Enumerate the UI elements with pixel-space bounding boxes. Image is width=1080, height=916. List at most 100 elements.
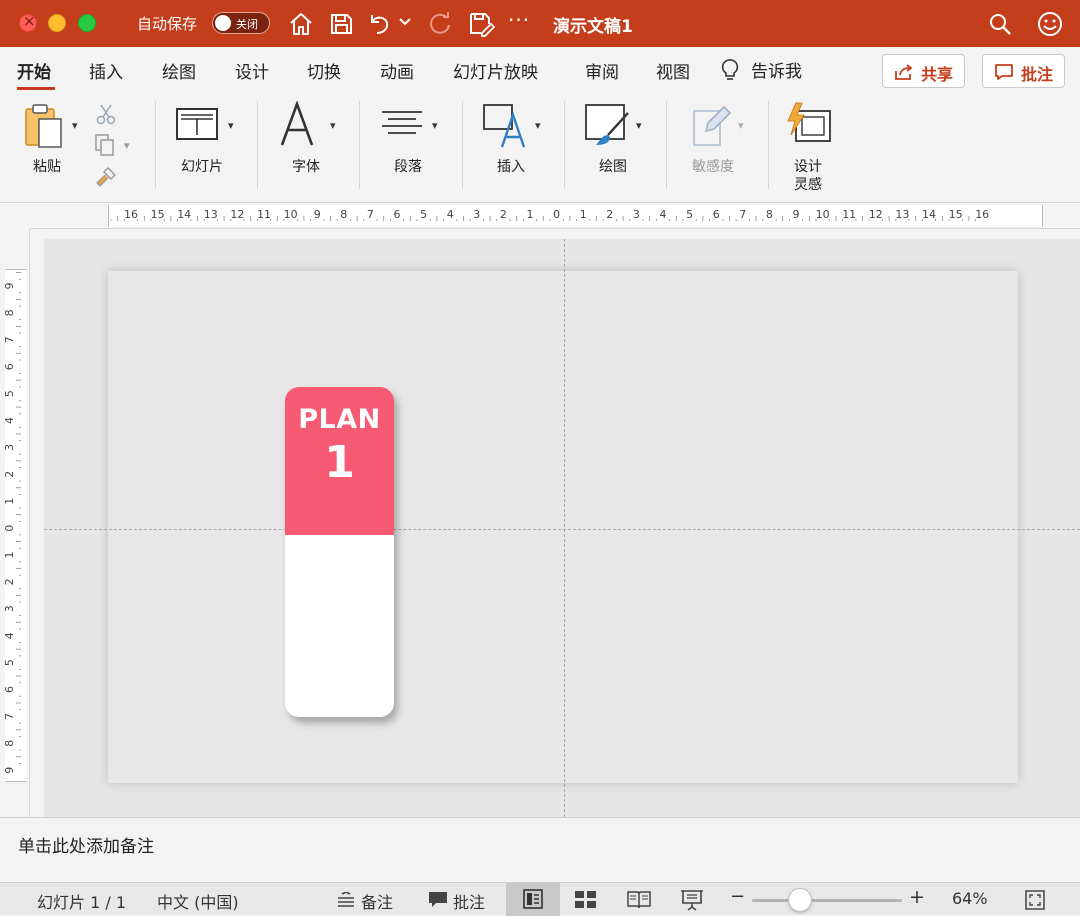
window-maximize-button[interactable] bbox=[78, 14, 96, 32]
plan-card[interactable]: PLAN 1 bbox=[285, 387, 394, 717]
status-bar: 幻灯片 1 / 1 中文 (中国) 备注 批注 − + 64% bbox=[0, 882, 1080, 916]
notes-toggle-label: 备注 bbox=[361, 893, 394, 912]
slides-dropdown-chevron-icon[interactable]: ▾ bbox=[228, 119, 234, 132]
ruler-label: 10 bbox=[284, 208, 298, 221]
insert-group[interactable]: ▾ 插入 bbox=[480, 93, 566, 193]
horizontal-ruler[interactable]: 16 15 14 13 12 11 10 9 8 7 6 5 4 3 2 1 0 1 2 3 4 5 6 7 8 9 10 11 12 1… bbox=[30, 203, 1080, 229]
tab-insert[interactable]: 插入 bbox=[89, 58, 123, 83]
slide-sorter-view-icon[interactable] bbox=[574, 890, 598, 910]
normal-view-button[interactable] bbox=[506, 883, 560, 916]
fit-to-window-icon[interactable] bbox=[1025, 890, 1045, 910]
tab-slideshow[interactable]: 幻灯片放映 bbox=[453, 58, 538, 83]
reading-view-icon[interactable] bbox=[627, 890, 651, 910]
notes-placeholder: 单击此处添加备注 bbox=[18, 837, 154, 857]
ruler-label: 8 bbox=[5, 309, 16, 316]
font-group[interactable]: ▾ 字体 bbox=[272, 93, 358, 193]
ruler-label: 8 bbox=[766, 208, 773, 221]
paragraph-dropdown-chevron-icon[interactable]: ▾ bbox=[432, 119, 438, 132]
more-icon[interactable]: ··· bbox=[508, 8, 530, 32]
slide-canvas[interactable] bbox=[108, 271, 1018, 783]
ribbon-separator bbox=[564, 101, 565, 189]
zoom-slider-track[interactable] bbox=[752, 899, 902, 902]
ruler-label: 3 bbox=[5, 444, 16, 451]
zoom-slider-handle[interactable] bbox=[788, 888, 812, 912]
undo-dropdown-chevron-icon[interactable] bbox=[398, 14, 412, 28]
vertical-ruler[interactable]: 9 8 7 6 5 4 3 2 1 0 1 2 3 4 5 6 7 8 9 bbox=[0, 229, 30, 817]
document-title: 演示文稿1 bbox=[553, 17, 633, 37]
drawing-group[interactable]: ▾ 绘图 bbox=[582, 93, 668, 193]
ruler-label: 8 bbox=[340, 208, 347, 221]
horizontal-ruler-scale: 16 15 14 13 12 11 10 9 8 7 6 5 4 3 2 1 0 1 2 3 4 5 6 7 8 9 10 11 12 1… bbox=[108, 205, 1043, 227]
language-indicator[interactable]: 中文 (中国) bbox=[157, 889, 239, 913]
ruler-label: 2 bbox=[5, 471, 16, 478]
sensitivity-group[interactable]: ▾ 敏感度 bbox=[684, 93, 770, 193]
ruler-label: 11 bbox=[842, 208, 856, 221]
tab-home[interactable]: 开始 bbox=[17, 58, 51, 83]
normal-view-icon bbox=[523, 889, 543, 909]
ruler-label: 13 bbox=[895, 208, 909, 221]
ruler-label: 12 bbox=[230, 208, 244, 221]
ruler-label: 14 bbox=[922, 208, 936, 221]
vertical-guide[interactable] bbox=[564, 239, 565, 817]
ruler-label: 5 bbox=[5, 390, 16, 397]
window-close-button[interactable] bbox=[19, 12, 37, 32]
feedback-smiley-icon[interactable] bbox=[1036, 10, 1064, 38]
ruler-label: 5 bbox=[686, 208, 693, 221]
tab-review[interactable]: 审阅 bbox=[585, 58, 619, 83]
vertical-ruler-scale: 9 8 7 6 5 4 3 2 1 0 1 2 3 4 5 6 7 8 9 bbox=[5, 269, 27, 782]
ribbon-separator bbox=[666, 101, 667, 189]
insert-dropdown-chevron-icon[interactable]: ▾ bbox=[535, 119, 541, 132]
tab-draw[interactable]: 绘图 bbox=[162, 58, 196, 83]
ruler-label: 3 bbox=[5, 605, 16, 612]
slideshow-view-icon[interactable] bbox=[680, 889, 704, 911]
autosave-state: 关闭 bbox=[236, 18, 258, 31]
plan-card-header: PLAN 1 bbox=[285, 387, 394, 535]
ruler-label: 11 bbox=[257, 208, 271, 221]
sensitivity-dropdown-chevron-icon[interactable]: ▾ bbox=[738, 119, 744, 132]
save-icon[interactable] bbox=[327, 10, 355, 38]
slides-group[interactable]: ▾ 幻灯片 bbox=[170, 93, 256, 193]
format-painter-icon[interactable] bbox=[94, 165, 118, 187]
cut-icon[interactable] bbox=[96, 103, 116, 125]
undo-icon[interactable] bbox=[365, 10, 393, 38]
ruler-corner bbox=[0, 203, 30, 229]
ruler-label: 15 bbox=[949, 208, 963, 221]
paste-dropdown-chevron-icon[interactable]: ▾ bbox=[72, 119, 78, 132]
save-as-icon[interactable] bbox=[467, 10, 496, 38]
paragraph-group[interactable]: ▾ 段落 bbox=[376, 93, 462, 193]
font-label: 字体 bbox=[292, 159, 320, 175]
tab-view[interactable]: 视图 bbox=[656, 58, 690, 83]
ruler-label: 9 bbox=[314, 208, 321, 221]
tab-transitions[interactable]: 切换 bbox=[307, 58, 341, 83]
comments-button[interactable]: 批注 bbox=[982, 54, 1065, 88]
tab-design[interactable]: 设计 bbox=[235, 58, 269, 83]
drawing-dropdown-chevron-icon[interactable]: ▾ bbox=[636, 119, 642, 132]
ruler-label: 3 bbox=[473, 208, 480, 221]
copy-dropdown-chevron-icon[interactable]: ▾ bbox=[124, 139, 130, 152]
copy-icon[interactable] bbox=[94, 133, 116, 157]
ruler-label: 6 bbox=[713, 208, 720, 221]
search-icon[interactable] bbox=[986, 10, 1014, 38]
ruler-label: 4 bbox=[660, 208, 667, 221]
autosave-label: 自动保存 bbox=[137, 15, 198, 33]
share-button[interactable]: 共享 bbox=[882, 54, 965, 88]
design-ideas-group[interactable]: 设计 灵感 bbox=[784, 93, 844, 193]
tab-animations[interactable]: 动画 bbox=[380, 58, 414, 83]
font-dropdown-chevron-icon[interactable]: ▾ bbox=[330, 119, 336, 132]
design-ideas-icon bbox=[787, 102, 831, 142]
zoom-level[interactable]: 64% bbox=[952, 889, 988, 908]
autosave-toggle[interactable]: 关闭 bbox=[212, 12, 270, 34]
window-minimize-button[interactable] bbox=[48, 14, 66, 32]
lightbulb-icon bbox=[721, 59, 739, 80]
redo-icon[interactable] bbox=[426, 10, 454, 38]
paste-icon[interactable] bbox=[22, 103, 66, 149]
ribbon-separator bbox=[768, 101, 769, 189]
ruler-label: 6 bbox=[5, 363, 16, 370]
zoom-out-button[interactable]: − bbox=[730, 886, 745, 907]
home-icon[interactable] bbox=[287, 10, 315, 38]
share-label: 共享 bbox=[921, 65, 954, 84]
zoom-in-button[interactable]: + bbox=[909, 886, 925, 908]
notes-pane[interactable]: 单击此处添加备注 bbox=[0, 817, 1080, 882]
paragraph-label: 段落 bbox=[394, 159, 422, 175]
horizontal-guide[interactable] bbox=[44, 529, 1080, 530]
